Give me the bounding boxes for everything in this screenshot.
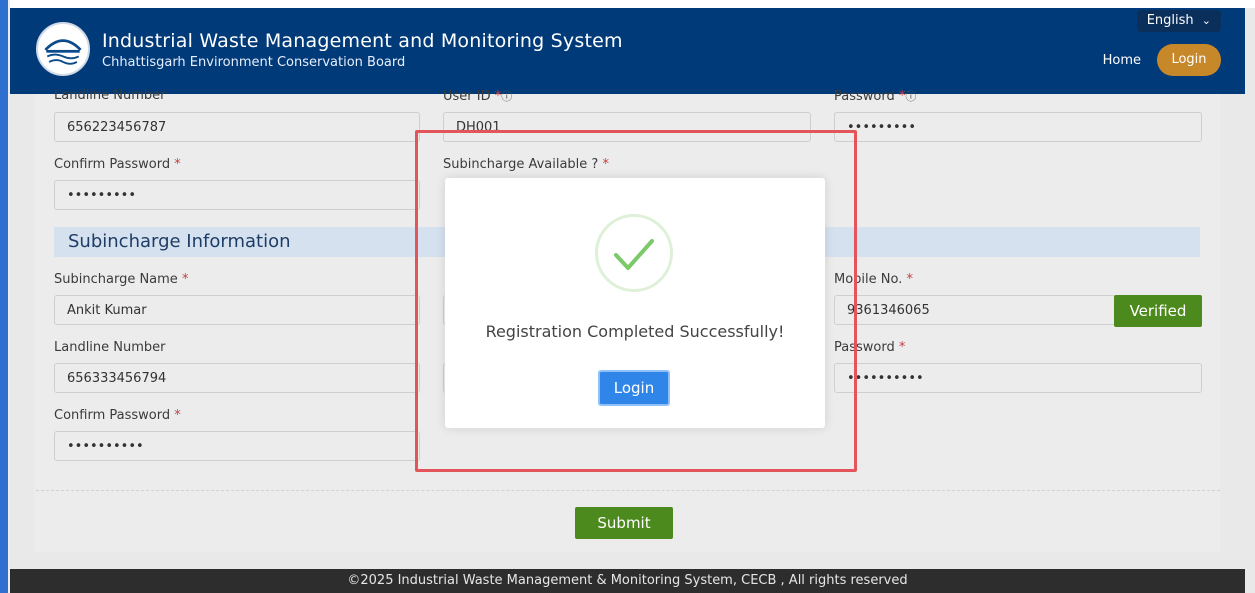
mobile-field[interactable]: 9361346065 bbox=[834, 295, 1116, 325]
subincharge-password-field[interactable]: •••••••••• bbox=[834, 363, 1202, 393]
subincharge-confirm-label: Confirm Password * bbox=[54, 408, 181, 423]
footer-text: ©2025 Industrial Waste Management & Moni… bbox=[347, 573, 908, 588]
success-check-icon bbox=[595, 214, 673, 292]
info-icon: ⓘ bbox=[501, 90, 513, 103]
success-modal: Registration Completed Successfully! Log… bbox=[445, 178, 825, 428]
page-top-border bbox=[0, 0, 1255, 8]
submit-button[interactable]: Submit bbox=[575, 507, 673, 539]
site-header: Industrial Waste Management and Monitori… bbox=[10, 8, 1245, 94]
subincharge-name-label: Subincharge Name * bbox=[54, 272, 189, 287]
subincharge-landline-field[interactable]: 656333456794 bbox=[54, 363, 420, 393]
confirm-password-label: Confirm Password * bbox=[54, 157, 181, 172]
chevron-down-icon: ⌄ bbox=[1201, 14, 1211, 27]
success-message: Registration Completed Successfully! bbox=[485, 322, 785, 341]
subincharge-confirm-field[interactable]: •••••••••• bbox=[54, 431, 420, 461]
site-title: Industrial Waste Management and Monitori… bbox=[102, 30, 623, 52]
modal-login-button[interactable]: Login bbox=[598, 370, 670, 406]
cecb-logo-icon bbox=[36, 22, 90, 76]
site-subtitle: Chhattisgarh Environment Conservation Bo… bbox=[102, 55, 406, 70]
confirm-password-field[interactable]: ••••••••• bbox=[54, 180, 420, 210]
form-divider bbox=[36, 490, 1220, 491]
password-label: Password *ⓘ bbox=[834, 89, 917, 104]
verified-button[interactable]: Verified bbox=[1114, 295, 1202, 327]
page-left-border bbox=[0, 0, 8, 593]
nav-login-button[interactable]: Login bbox=[1157, 44, 1221, 76]
language-select[interactable]: English ⌄ bbox=[1136, 10, 1221, 32]
nav-home-link[interactable]: Home bbox=[1103, 53, 1141, 68]
subincharge-landline-label: Landline Number bbox=[54, 340, 166, 355]
landline-label: Landline Number bbox=[54, 88, 166, 103]
info-icon: ⓘ bbox=[905, 90, 917, 103]
subincharge-name-field[interactable]: Ankit Kumar bbox=[54, 295, 420, 325]
userid-label: User ID *ⓘ bbox=[443, 89, 513, 104]
password-field[interactable]: ••••••••• bbox=[834, 112, 1202, 142]
landline-field[interactable]: 656223456787 bbox=[54, 112, 420, 142]
section-title: Subincharge Information bbox=[68, 231, 291, 252]
site-footer: ©2025 Industrial Waste Management & Moni… bbox=[10, 569, 1245, 593]
language-label: English bbox=[1146, 13, 1194, 28]
